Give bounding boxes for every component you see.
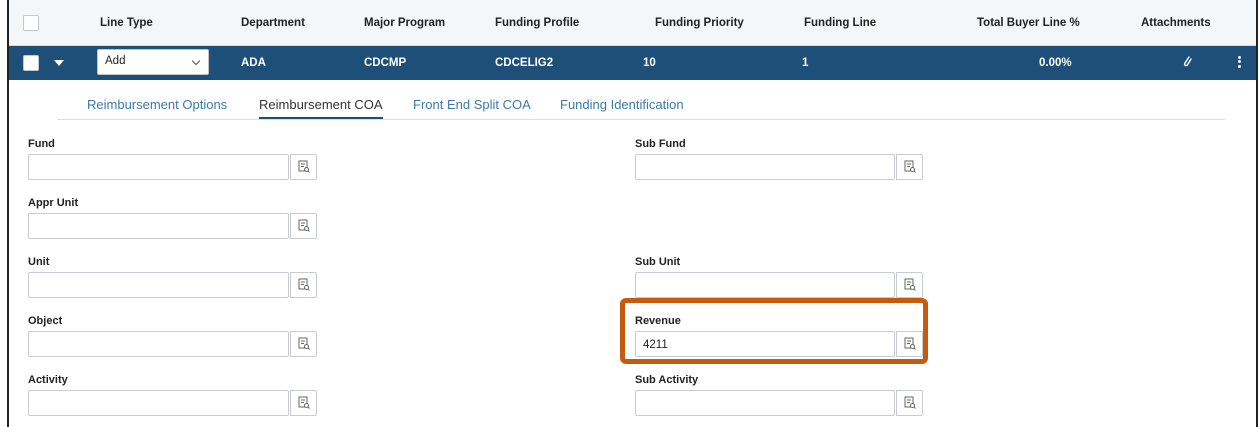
lookup-icon[interactable] <box>290 154 317 180</box>
lookup-icon[interactable] <box>290 331 317 357</box>
col-major-program[interactable]: Major Program <box>364 17 445 29</box>
chevron-down-icon[interactable] <box>54 60 64 66</box>
col-funding-profile[interactable]: Funding Profile <box>495 17 579 29</box>
appr-unit-field[interactable] <box>28 213 317 239</box>
paperclip-icon[interactable] <box>1182 55 1192 70</box>
tab-reimbursement-coa[interactable]: Reimbursement COA <box>259 97 383 119</box>
unit-label: Unit <box>28 256 50 268</box>
tab-front-end-split-coa[interactable]: Front End Split COA <box>413 97 531 112</box>
detail-tabs: Reimbursement Options Reimbursement COA … <box>57 80 1225 120</box>
sub-fund-label: Sub Fund <box>635 138 686 150</box>
sub-unit-label: Sub Unit <box>635 256 681 268</box>
fund-field[interactable] <box>28 154 317 180</box>
col-line-type[interactable]: Line Type <box>100 17 153 29</box>
select-all-checkbox[interactable] <box>23 15 39 31</box>
lookup-icon[interactable] <box>290 390 317 416</box>
col-attachments[interactable]: Attachments <box>1141 17 1211 29</box>
col-funding-priority[interactable]: Funding Priority <box>655 17 744 29</box>
sub-unit-field[interactable] <box>635 272 923 298</box>
unit-field[interactable] <box>28 272 317 298</box>
row-funding-line: 1 <box>802 57 809 69</box>
tab-funding-identification[interactable]: Funding Identification <box>560 97 684 112</box>
object-label: Object <box>28 315 63 327</box>
sub-activity-label: Sub Activity <box>635 374 699 386</box>
kebab-menu-icon[interactable] <box>1235 54 1243 72</box>
line-type-select[interactable]: Add <box>97 49 209 75</box>
grid-header: Line Type Department Major Program Fundi… <box>9 0 1256 46</box>
lookup-icon[interactable] <box>896 272 923 298</box>
line-type-value: Add <box>105 55 126 67</box>
appr-unit-label: Appr Unit <box>28 197 79 209</box>
lookup-icon[interactable] <box>896 154 923 180</box>
tab-reimbursement-options[interactable]: Reimbursement Options <box>87 97 227 112</box>
row-funding-profile: CDCELIG2 <box>495 57 554 69</box>
funding-line-panel: Line Type Department Major Program Fundi… <box>7 0 1258 427</box>
col-total-buyer-line-pct[interactable]: Total Buyer Line % <box>977 17 1080 29</box>
sub-fund-field[interactable] <box>635 154 923 180</box>
row-funding-priority: 10 <box>643 57 656 69</box>
sub-activity-field[interactable] <box>635 390 923 416</box>
revenue-highlight-box <box>620 298 928 364</box>
row-major-program: CDCMP <box>364 57 407 69</box>
fund-label: Fund <box>28 138 55 150</box>
col-funding-line[interactable]: Funding Line <box>804 17 876 29</box>
col-department[interactable]: Department <box>241 17 305 29</box>
dropdown-arrow-icon <box>191 56 201 66</box>
object-field[interactable] <box>28 331 317 357</box>
activity-label: Activity <box>28 374 68 386</box>
row-checkbox[interactable] <box>23 55 39 71</box>
lookup-icon[interactable] <box>290 272 317 298</box>
funding-line-row: Add ADA CDCMP CDCELIG2 10 1 0.00% <box>9 46 1256 80</box>
lookup-icon[interactable] <box>290 213 317 239</box>
activity-field[interactable] <box>28 390 317 416</box>
row-total-buyer-line-pct: 0.00% <box>1039 57 1072 69</box>
row-department: ADA <box>241 57 266 69</box>
lookup-icon[interactable] <box>896 390 923 416</box>
